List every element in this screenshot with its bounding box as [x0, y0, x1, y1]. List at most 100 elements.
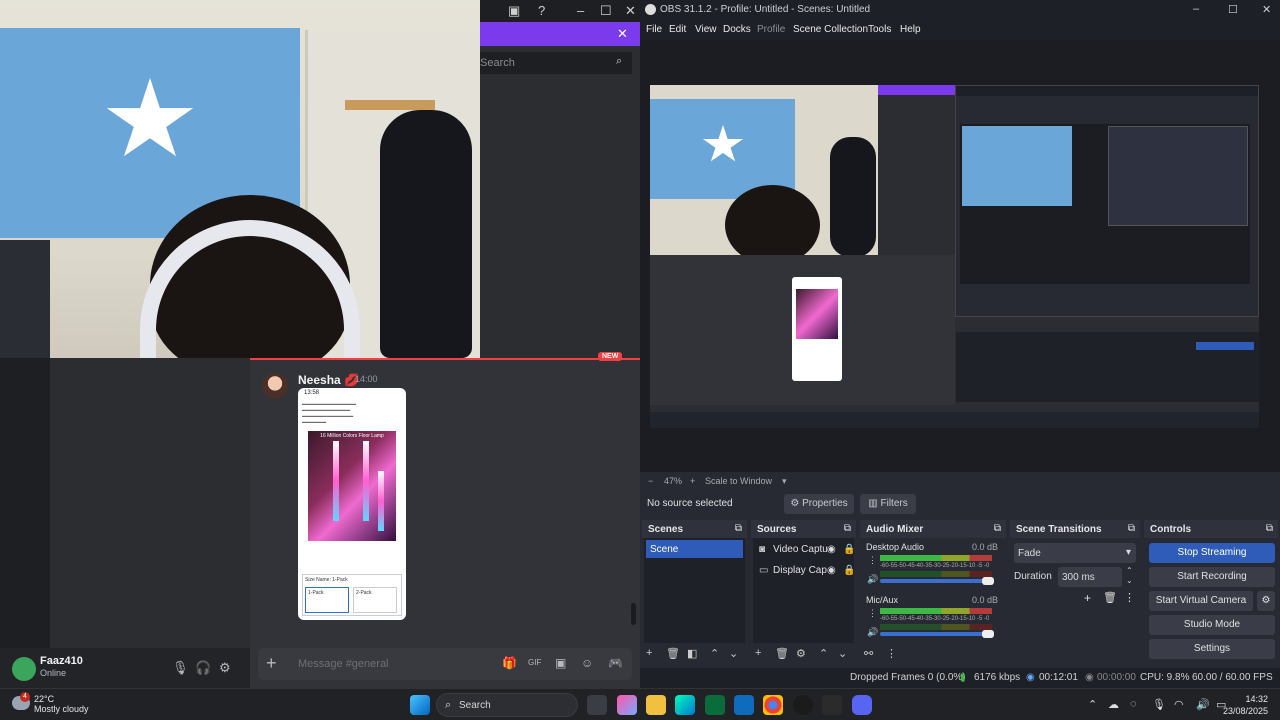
dock-undock-icon[interactable]: ⧉ [994, 523, 1001, 534]
menu-scene-collection[interactable]: Scene Collection [793, 24, 868, 35]
settings-button[interactable]: Settings [1149, 639, 1275, 659]
volume-icon[interactable]: 🔊 [1196, 698, 1210, 711]
mic-icon[interactable]: 🎙 [1152, 698, 1166, 711]
chrome-icon[interactable] [763, 695, 783, 715]
link-icon[interactable]: ⚯ [864, 647, 873, 660]
menu-docks[interactable]: Docks [723, 24, 751, 35]
cloud-icon[interactable]: ☁ [1108, 698, 1119, 711]
remove-source-button[interactable]: 🗑 [775, 647, 789, 660]
edge-icon[interactable] [675, 695, 695, 715]
obs-taskbar-icon[interactable] [793, 695, 813, 715]
message-author[interactable]: Neesha 💋 [298, 373, 359, 387]
menu-file[interactable]: File [646, 24, 662, 35]
menu-tools[interactable]: Tools [868, 24, 891, 35]
settings-icon[interactable]: ⚙ [219, 660, 231, 676]
start-icon[interactable] [410, 695, 430, 715]
emoji-icon[interactable]: ☺ [581, 656, 593, 670]
user-name[interactable]: Faaz410 [40, 655, 83, 667]
minimize-button[interactable]: – [1193, 3, 1199, 15]
inbox-icon[interactable]: ▣ [508, 3, 520, 19]
stop-streaming-button[interactable]: Stop Streaming [1149, 543, 1275, 563]
chevron-up-icon[interactable]: ⌃ [1088, 698, 1097, 711]
remove-transition-button[interactable]: 🗑 [1103, 591, 1117, 604]
filters-button[interactable]: ▥ Filters [860, 494, 916, 514]
store-icon[interactable] [705, 695, 725, 715]
studio-mode-button[interactable]: Studio Mode [1149, 615, 1275, 635]
message-input[interactable]: + Message #general 🎁 GIF ▣ ☺ 🎮 [258, 648, 632, 680]
move-down-button[interactable]: ⌄ [838, 647, 847, 660]
dock-undock-icon[interactable]: ⧉ [844, 523, 851, 534]
move-up-button[interactable]: ⌃ [710, 647, 719, 660]
channel-menu-icon[interactable]: ⋮ [868, 555, 877, 566]
start-recording-button[interactable]: Start Recording [1149, 567, 1275, 587]
volume-slider[interactable] [880, 579, 990, 583]
add-transition-button[interactable]: + [1084, 591, 1091, 605]
user-avatar[interactable] [12, 657, 36, 681]
clock[interactable]: 14:32 23/08/2025 [1223, 693, 1268, 717]
task-view-icon[interactable] [587, 695, 607, 715]
apps-icon[interactable]: 🎮 [608, 656, 623, 670]
mic-icon[interactable]: 🎙 [172, 660, 189, 676]
source-item-video[interactable]: ◙ Video Captu ◉ 🔒 [759, 544, 855, 555]
author-name[interactable]: Neesha [298, 373, 341, 387]
menu-dots-icon[interactable]: ⋮ [1124, 591, 1135, 604]
move-down-button[interactable]: ⌄ [729, 647, 738, 660]
maximize-button[interactable]: ☐ [1228, 3, 1238, 16]
sticker-icon[interactable]: ▣ [555, 656, 566, 670]
transition-select[interactable]: Fade ▾ [1014, 543, 1136, 563]
lock-icon[interactable]: 🔒 [843, 544, 855, 555]
channel-menu-icon[interactable]: ⋮ [868, 608, 877, 619]
menu-profile[interactable]: Profile [757, 24, 785, 35]
source-properties-button[interactable]: ⚙ [796, 647, 806, 660]
minimize-button[interactable]: – [577, 3, 584, 18]
plus-icon[interactable]: + [266, 653, 277, 674]
duration-stepper[interactable]: ⌃ ⌄ [1126, 566, 1133, 586]
dock-undock-icon[interactable]: ⧉ [735, 523, 742, 534]
move-up-button[interactable]: ⌃ [819, 647, 828, 660]
zoom-in-button[interactable]: + [690, 476, 695, 486]
scene-item[interactable]: Scene [646, 540, 743, 558]
weather-widget[interactable]: 22°C Mostly cloudy [34, 694, 89, 714]
dock-undock-icon[interactable]: ⧉ [1128, 523, 1135, 534]
file-explorer-icon[interactable] [646, 695, 666, 715]
avatar[interactable] [262, 373, 288, 399]
duration-input[interactable]: 300 ms [1058, 567, 1122, 587]
speaker-icon[interactable]: 🔊 [867, 574, 878, 585]
onedrive-icon[interactable]: ◌ [1130, 698, 1137, 710]
search-input[interactable]: Search ⌕ [480, 52, 632, 74]
maximize-button[interactable]: ☐ [600, 3, 612, 19]
zoom-out-button[interactable]: − [648, 476, 653, 486]
volume-knob[interactable] [982, 577, 994, 585]
lock-icon[interactable]: 🔒 [843, 565, 855, 576]
menu-view[interactable]: View [695, 24, 717, 35]
scene-filters-button[interactable]: ◧ [687, 647, 697, 660]
preview-area[interactable] [640, 40, 1280, 472]
source-item-display[interactable]: ▭ Display Cap ◉ 🔒 [759, 565, 855, 576]
start-virtual-camera-button[interactable]: Start Virtual Camera [1149, 591, 1253, 611]
properties-button[interactable]: ⚙ Properties [784, 494, 854, 514]
menu-help[interactable]: Help [900, 24, 921, 35]
speaker-icon[interactable]: 🔊 [867, 627, 878, 638]
add-scene-button[interactable]: + [646, 647, 652, 659]
gift-icon[interactable]: 🎁 [502, 656, 517, 670]
close-banner-icon[interactable]: ✕ [617, 26, 628, 42]
eye-icon[interactable]: ◉ [827, 544, 836, 555]
close-window-button[interactable]: ✕ [1262, 3, 1271, 16]
remove-scene-button[interactable]: 🗑 [666, 647, 680, 660]
outlook-icon[interactable] [734, 695, 754, 715]
menu-edit[interactable]: Edit [669, 24, 686, 35]
volume-knob[interactable] [982, 630, 994, 638]
close-window-button[interactable]: ✕ [625, 3, 636, 19]
copilot-icon[interactable] [617, 695, 637, 715]
help-icon[interactable]: ? [538, 3, 545, 18]
app-icon[interactable] [822, 695, 842, 715]
headset-icon[interactable]: 🎧 [195, 660, 211, 676]
attached-screenshot[interactable]: 13:58 ━━━━━━━━━━━━━━━━━━ ━━━━━━━━━━━━━━━━… [298, 388, 406, 620]
preview-canvas[interactable] [650, 85, 1259, 428]
menu-dots-icon[interactable]: ⋮ [886, 647, 897, 660]
dock-undock-icon[interactable]: ⧉ [1266, 523, 1273, 534]
volume-slider[interactable] [880, 632, 990, 636]
gear-icon[interactable]: ⚙ [1257, 591, 1275, 611]
gif-icon[interactable]: GIF [528, 658, 541, 667]
eye-icon[interactable]: ◉ [827, 565, 836, 576]
